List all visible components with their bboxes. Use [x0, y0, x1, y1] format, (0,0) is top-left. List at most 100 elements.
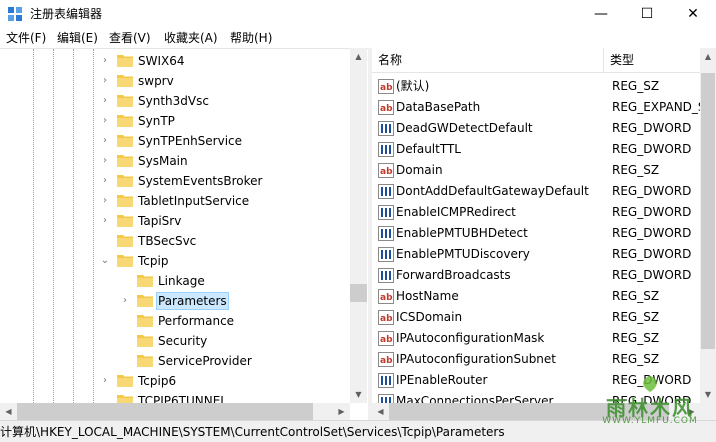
menu-edit[interactable]: 编辑(E) — [55, 30, 100, 46]
value-name: IPAutoconfigurationSubnet — [396, 352, 557, 366]
folder-icon — [117, 215, 133, 227]
watermark-logo: 雨林木风 WWW.YLMFU.COM — [590, 374, 710, 434]
tree-horizontal-scroll-thumb[interactable] — [17, 403, 313, 420]
menu-help[interactable]: 帮助(H) — [228, 30, 274, 46]
value-type: REG_SZ — [612, 310, 660, 324]
tree-item[interactable]: › SynTP — [0, 111, 350, 131]
list-item[interactable]: DontAddDefaultGatewayDefault REG_DWORD — [372, 181, 700, 202]
tree-horizontal-scrollbar[interactable]: ◀ ▶ — [0, 403, 350, 420]
tree-item-label: TapiSrv — [138, 214, 182, 228]
expand-arrow-icon[interactable]: › — [99, 174, 111, 188]
folder-icon — [137, 315, 153, 327]
list-item[interactable]: ab ICSDomain REG_SZ — [372, 307, 700, 328]
list-item[interactable]: ab IPAutoconfigurationMask REG_SZ — [372, 328, 700, 349]
expand-arrow-icon[interactable]: › — [99, 54, 111, 68]
expanded-arrow-icon[interactable]: ⌄ — [99, 254, 111, 268]
value-name: ForwardBroadcasts — [396, 268, 511, 282]
value-type: REG_DWORD — [612, 142, 692, 156]
tree-item-label: Security — [158, 334, 208, 348]
expand-arrow-icon[interactable]: › — [99, 94, 111, 108]
list-item[interactable]: ab DataBasePath REG_EXPAND_SZ — [372, 97, 714, 118]
tree-item[interactable]: › Parameters — [0, 291, 350, 311]
expand-arrow-icon[interactable]: › — [99, 114, 111, 128]
menu-file[interactable]: 文件(F) — [4, 30, 48, 46]
minimize-icon: — — [594, 6, 608, 22]
binary-value-icon — [378, 373, 394, 388]
svg-text:ab: ab — [380, 167, 393, 177]
list-vertical-scrollbar[interactable]: ▲ ▼ — [700, 48, 716, 403]
value-name: DontAddDefaultGatewayDefault — [396, 184, 589, 198]
list-item[interactable]: ForwardBroadcasts REG_DWORD — [372, 265, 700, 286]
folder-icon — [137, 335, 153, 347]
tree-item[interactable]: ServiceProvider — [0, 351, 350, 371]
tree-item[interactable]: Performance — [0, 311, 350, 331]
scroll-right-arrow-icon[interactable]: ▶ — [333, 403, 350, 420]
svg-text:ab: ab — [380, 356, 393, 366]
folder-icon — [137, 355, 153, 367]
tree-vertical-scrollbar[interactable]: ▲ ▼ — [350, 48, 367, 403]
scroll-down-arrow-icon[interactable]: ▼ — [350, 386, 367, 403]
maximize-button[interactable]: ☐ — [624, 0, 670, 28]
list-item[interactable]: ab Domain REG_SZ — [372, 160, 700, 181]
expand-arrow-icon[interactable]: › — [119, 294, 131, 308]
tree-item[interactable]: Security — [0, 331, 350, 351]
tree-item-label: Synth3dVsc — [138, 94, 209, 108]
binary-value-icon — [378, 247, 394, 262]
svg-text:ab: ab — [380, 104, 393, 114]
expand-arrow-icon[interactable]: › — [99, 214, 111, 228]
tree-item[interactable]: Linkage — [0, 271, 350, 291]
value-type: REG_EXPAND_SZ — [612, 100, 714, 114]
list-item[interactable]: ab HostName REG_SZ — [372, 286, 700, 307]
value-name: EnablePMTUDiscovery — [396, 247, 530, 261]
folder-icon — [117, 195, 133, 207]
scroll-left-arrow-icon[interactable]: ◀ — [372, 403, 389, 420]
tree-item[interactable]: › SystemEventsBroker — [0, 171, 350, 191]
tree-item[interactable]: › Synth3dVsc — [0, 91, 350, 111]
list-vertical-scroll-thumb[interactable] — [701, 73, 715, 349]
tree-item[interactable]: › SynTPEnhService — [0, 131, 350, 151]
tree-item[interactable]: › SysMain — [0, 151, 350, 171]
tree-item[interactable]: › swprv — [0, 71, 350, 91]
tree-item[interactable]: › TabletInputService — [0, 191, 350, 211]
tree-item-label: Parameters — [156, 292, 229, 310]
tree-item[interactable]: › Tcpip6 — [0, 371, 350, 391]
value-name: IPEnableRouter — [396, 373, 488, 387]
scroll-left-arrow-icon[interactable]: ◀ — [0, 403, 17, 420]
value-name: IPAutoconfigurationMask — [396, 331, 545, 345]
list-item[interactable]: DefaultTTL REG_DWORD — [372, 139, 700, 160]
close-button[interactable]: ✕ — [670, 0, 716, 28]
list-item[interactable]: EnablePMTUDiscovery REG_DWORD — [372, 244, 700, 265]
expand-arrow-icon[interactable]: › — [99, 74, 111, 88]
tree-item[interactable]: ⌄ Tcpip — [0, 251, 350, 271]
column-header-name[interactable]: 名称 — [372, 48, 604, 73]
svg-text:ab: ab — [380, 83, 393, 93]
binary-value-icon — [378, 226, 394, 241]
list-item[interactable]: DeadGWDetectDefault REG_DWORD — [372, 118, 700, 139]
tree-vertical-scroll-thumb[interactable] — [350, 284, 367, 302]
minimize-button[interactable]: — — [578, 0, 624, 28]
value-type: REG_DWORD — [612, 247, 692, 261]
list-item[interactable]: EnablePMTUBHDetect REG_DWORD — [372, 223, 700, 244]
value-name: HostName — [396, 289, 459, 303]
values-list[interactable]: 名称 类型 ab (默认) REG_SZ ab DataBasePath REG_EXPA… — [372, 48, 716, 420]
scroll-up-arrow-icon[interactable]: ▲ — [350, 48, 367, 65]
binary-value-icon — [378, 142, 394, 157]
expand-arrow-icon[interactable]: › — [99, 374, 111, 388]
expand-arrow-icon[interactable]: › — [99, 194, 111, 208]
tree-item-label: SystemEventsBroker — [138, 174, 263, 188]
expand-arrow-icon[interactable]: › — [99, 134, 111, 148]
menu-favorites[interactable]: 收藏夹(A) — [162, 30, 220, 46]
folder-icon — [117, 235, 133, 247]
tree-item[interactable]: › TapiSrv — [0, 211, 350, 231]
list-item[interactable]: ab (默认) REG_SZ — [372, 76, 700, 97]
tree-item-label: Performance — [158, 314, 235, 328]
string-value-icon: ab — [378, 310, 394, 325]
scroll-up-arrow-icon[interactable]: ▲ — [700, 48, 716, 65]
list-item[interactable]: ab IPAutoconfigurationSubnet REG_SZ — [372, 349, 700, 370]
registry-tree[interactable]: › SWIX64 › swprv › Synth3dVsc › SynTP › SynTPEnhS… — [0, 48, 368, 420]
menu-view[interactable]: 查看(V) — [107, 30, 153, 46]
list-item[interactable]: EnableICMPRedirect REG_DWORD — [372, 202, 700, 223]
tree-item[interactable]: › SWIX64 — [0, 51, 350, 71]
tree-item[interactable]: TBSecSvc — [0, 231, 350, 251]
expand-arrow-icon[interactable]: › — [99, 154, 111, 168]
